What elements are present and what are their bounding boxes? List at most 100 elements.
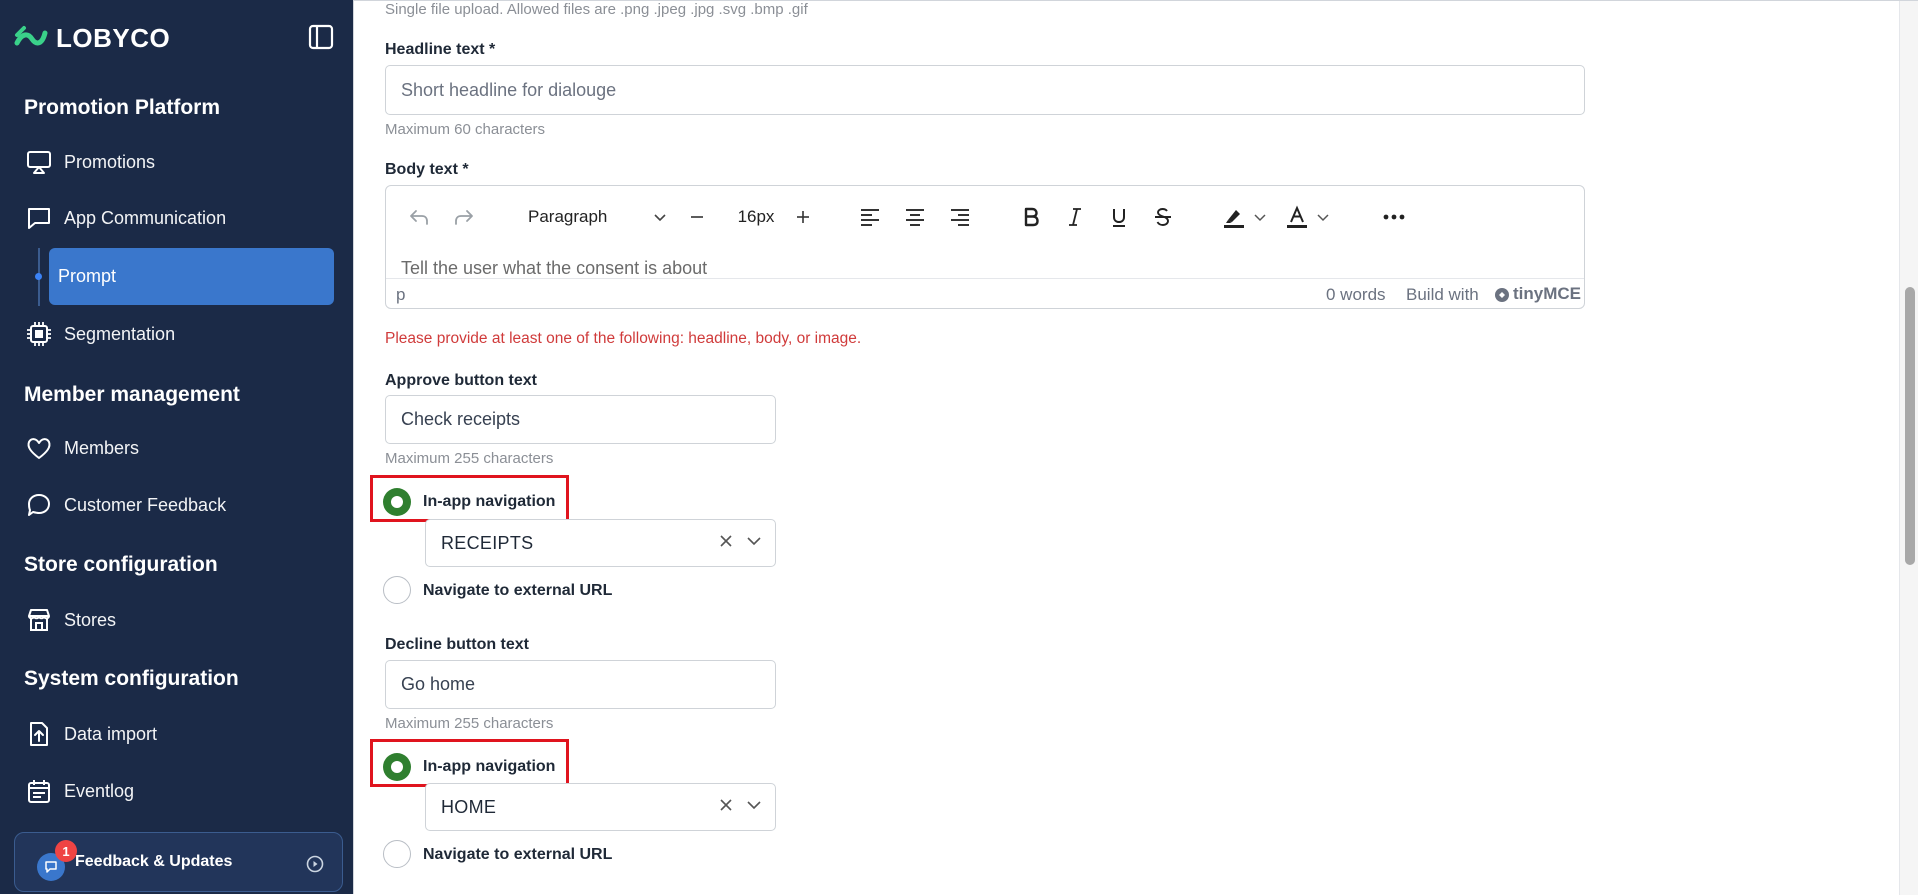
editor-toolbar: Paragraph 16px: [386, 186, 1584, 246]
text-color-button[interactable]: [1282, 202, 1312, 232]
block-format-value: Paragraph: [528, 207, 608, 226]
sidebar-item-label: Stores: [64, 609, 117, 630]
chip-icon: [24, 319, 54, 349]
brand-logo[interactable]: LOBYCO: [14, 22, 170, 54]
decrease-font-size-button[interactable]: [682, 202, 712, 232]
underline-button[interactable]: [1104, 202, 1134, 232]
clear-icon[interactable]: [717, 796, 735, 814]
approve-inapp-label[interactable]: In-app navigation: [423, 493, 555, 511]
align-right-icon: [951, 209, 969, 226]
sidebar-item-label: Promotions: [64, 151, 156, 172]
highlight-color-button[interactable]: [1219, 202, 1249, 232]
more-dots-icon: [1383, 214, 1405, 220]
more-options-button[interactable]: [1379, 202, 1409, 232]
tinymce-brand[interactable]: tinyMCE: [1513, 284, 1581, 304]
increase-font-size-button[interactable]: [788, 202, 818, 232]
sidebar-item-segmentation[interactable]: Segmentation: [24, 314, 334, 354]
approve-hint: Maximum 255 characters: [385, 450, 554, 467]
approve-external-radio[interactable]: [383, 576, 411, 604]
feedback-updates-button[interactable]: 1 Feedback & Updates: [14, 832, 343, 892]
approve-text-input[interactable]: Check receipts: [385, 395, 776, 444]
strikethrough-icon: [1155, 208, 1171, 226]
sidebar-item-eventlog[interactable]: Eventlog: [24, 771, 334, 811]
clear-icon[interactable]: [717, 532, 735, 550]
tinymce-logo-icon[interactable]: [1494, 287, 1510, 308]
play-circle-icon: [305, 854, 325, 874]
font-size-input[interactable]: 16px: [731, 202, 781, 232]
sidebar-item-customer-feedback[interactable]: Customer Feedback: [24, 485, 334, 525]
sidebar-item-prompt[interactable]: Prompt: [49, 248, 334, 305]
headline-input[interactable]: Short headline for dialouge: [385, 65, 1585, 115]
sidebar-item-label: Data import: [64, 723, 158, 744]
sidebar-item-label: Eventlog: [64, 780, 135, 801]
section-title-member-management: Member management: [24, 383, 240, 406]
body-editor-content[interactable]: Tell the user what the consent is about: [401, 258, 707, 279]
decline-text-input[interactable]: Go home: [385, 660, 776, 709]
sidebar-item-app-communication[interactable]: App Communication: [24, 198, 334, 238]
minus-icon: [691, 216, 703, 218]
decline-target-select[interactable]: HOME: [425, 783, 776, 831]
chevron-down-icon[interactable]: [745, 532, 763, 550]
italic-button[interactable]: [1060, 202, 1090, 232]
align-left-icon: [861, 209, 879, 226]
sidebar-item-label: Customer Feedback: [64, 494, 227, 515]
decline-inapp-radio[interactable]: [383, 753, 411, 781]
align-center-icon: [906, 209, 924, 226]
strikethrough-button[interactable]: [1148, 202, 1178, 232]
chat-bubble-icon: [24, 203, 54, 233]
sidebar-item-members[interactable]: Members: [24, 428, 334, 468]
store-icon: [24, 605, 54, 635]
notification-badge: 1: [55, 840, 77, 862]
validation-error: Please provide at least one of the follo…: [385, 330, 862, 347]
chevron-down-icon[interactable]: [745, 796, 763, 814]
block-format-select[interactable]: Paragraph: [516, 202, 676, 232]
plus-icon: [797, 211, 809, 223]
sidebar: LOBYCO Promotion Platform Promotions App…: [0, 0, 353, 894]
sidebar-item-promotions[interactable]: Promotions: [24, 142, 334, 182]
decline-inapp-label[interactable]: In-app navigation: [423, 758, 555, 776]
approve-external-label[interactable]: Navigate to external URL: [423, 582, 612, 600]
decline-label: Decline button text: [385, 636, 530, 653]
calendar-icon: [24, 776, 54, 806]
highlighter-icon: [1224, 210, 1244, 228]
lobyco-logo-icon: [14, 26, 48, 46]
upload-hint: Single file upload. Allowed files are .p…: [385, 1, 808, 18]
word-count[interactable]: 0 words: [1326, 285, 1386, 305]
bold-button[interactable]: [1016, 202, 1046, 232]
main-content: Single file upload. Allowed files are .p…: [353, 0, 1918, 895]
speech-bubble-icon: [24, 490, 54, 520]
editor-statusbar: p 0 words Build with tinyMCE: [386, 278, 1584, 311]
sidebar-item-label: Segmentation: [64, 323, 176, 344]
decline-external-radio[interactable]: [383, 840, 411, 868]
feedback-label: Feedback & Updates: [75, 853, 233, 870]
underline-icon: [1113, 209, 1125, 227]
sidebar-item-data-import[interactable]: Data import: [24, 714, 334, 754]
approve-target-select[interactable]: RECEIPTS: [425, 519, 776, 567]
undo-icon: [410, 210, 428, 225]
highlight-color-dropdown[interactable]: [1250, 202, 1270, 232]
approve-target-value: RECEIPTS: [441, 533, 534, 553]
decline-target-value: HOME: [441, 797, 497, 817]
approve-inapp-radio[interactable]: [383, 488, 411, 516]
element-path[interactable]: p: [396, 285, 405, 305]
align-right-button[interactable]: [945, 202, 975, 232]
redo-button[interactable]: [449, 202, 479, 232]
scrollbar-thumb[interactable]: [1905, 287, 1915, 565]
sidebar-item-label: Prompt: [58, 266, 117, 286]
undo-button[interactable]: [404, 202, 434, 232]
sidebar-item-label: Members: [64, 437, 140, 458]
align-center-button[interactable]: [900, 202, 930, 232]
brand-name: LOBYCO: [56, 22, 171, 53]
align-left-button[interactable]: [855, 202, 885, 232]
sidebar-collapse-button[interactable]: [306, 22, 336, 52]
chevron-down-icon: [654, 214, 666, 222]
sidebar-item-stores[interactable]: Stores: [24, 600, 334, 640]
scrollbar-track[interactable]: [1899, 1, 1918, 895]
file-upload-icon: [24, 719, 54, 749]
sub-nav-dot: [35, 273, 42, 280]
text-color-dropdown[interactable]: [1313, 202, 1333, 232]
headline-label: Headline text *: [385, 41, 496, 58]
decline-external-label[interactable]: Navigate to external URL: [423, 846, 612, 864]
sidebar-item-label: App Communication: [64, 207, 227, 228]
chevron-down-icon: [1317, 214, 1329, 222]
